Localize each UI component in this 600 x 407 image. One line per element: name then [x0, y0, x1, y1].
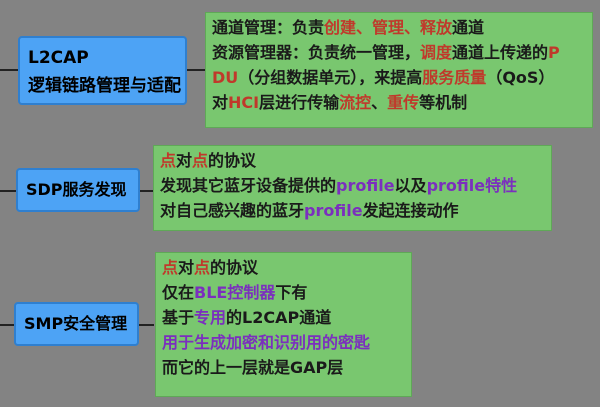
panel-smp-row: 用于生成加密和识别用的密匙	[162, 333, 371, 352]
panel-sdp: 点对点的协议 发现其它蓝牙设备提供的profile以及profile特性 对自己…	[153, 145, 552, 231]
node-l2cap-title: L2CAP	[28, 48, 89, 68]
node-sdp-label: SDP服务发现	[26, 180, 127, 199]
panel-l2cap-row: DU（分组数据单元），来提高服务质量（QoS）	[212, 68, 555, 87]
panel-smp: 点对点的协议 仅在BLE控制器下有 基于专用的L2CAP通道 用于生成加密和识别…	[155, 252, 412, 397]
connector-l2cap-panel	[186, 69, 206, 71]
node-l2cap-subtitle: 逻辑链路管理与适配	[28, 76, 181, 96]
connector-l2cap	[0, 69, 18, 71]
panel-smp-row: 仅在BLE控制器下有	[162, 283, 308, 302]
panel-sdp-row: 对自己感兴趣的蓝牙profile发起连接动作	[160, 201, 459, 220]
panel-l2cap-row: 通道管理：负责创建、管理、释放通道	[212, 18, 485, 37]
panel-l2cap-row: 资源管理器：负责统一管理，调度通道上传递的P	[212, 43, 560, 62]
panel-l2cap-row: 对HCI层进行传输流控、重传等机制	[212, 93, 468, 112]
connector-smp-panel	[138, 324, 154, 326]
panel-smp-row: 基于专用的L2CAP通道	[162, 308, 332, 327]
node-l2cap[interactable]: L2CAP 逻辑链路管理与适配	[18, 36, 187, 105]
panel-sdp-row: 点对点的协议	[160, 151, 257, 170]
panel-smp-row: 点对点的协议	[162, 258, 259, 277]
panel-sdp-row: 发现其它蓝牙设备提供的profile以及profile特性	[160, 176, 518, 195]
node-sdp[interactable]: SDP服务发现	[16, 168, 140, 212]
panel-l2cap: 通道管理：负责创建、管理、释放通道 资源管理器：负责统一管理，调度通道上传递的P…	[205, 12, 593, 128]
node-smp-label: SMP安全管理	[24, 314, 128, 333]
node-smp[interactable]: SMP安全管理	[14, 302, 139, 346]
connector-sdp-panel	[138, 190, 154, 192]
panel-smp-row: 而它的上一层就是GAP层	[162, 358, 344, 377]
